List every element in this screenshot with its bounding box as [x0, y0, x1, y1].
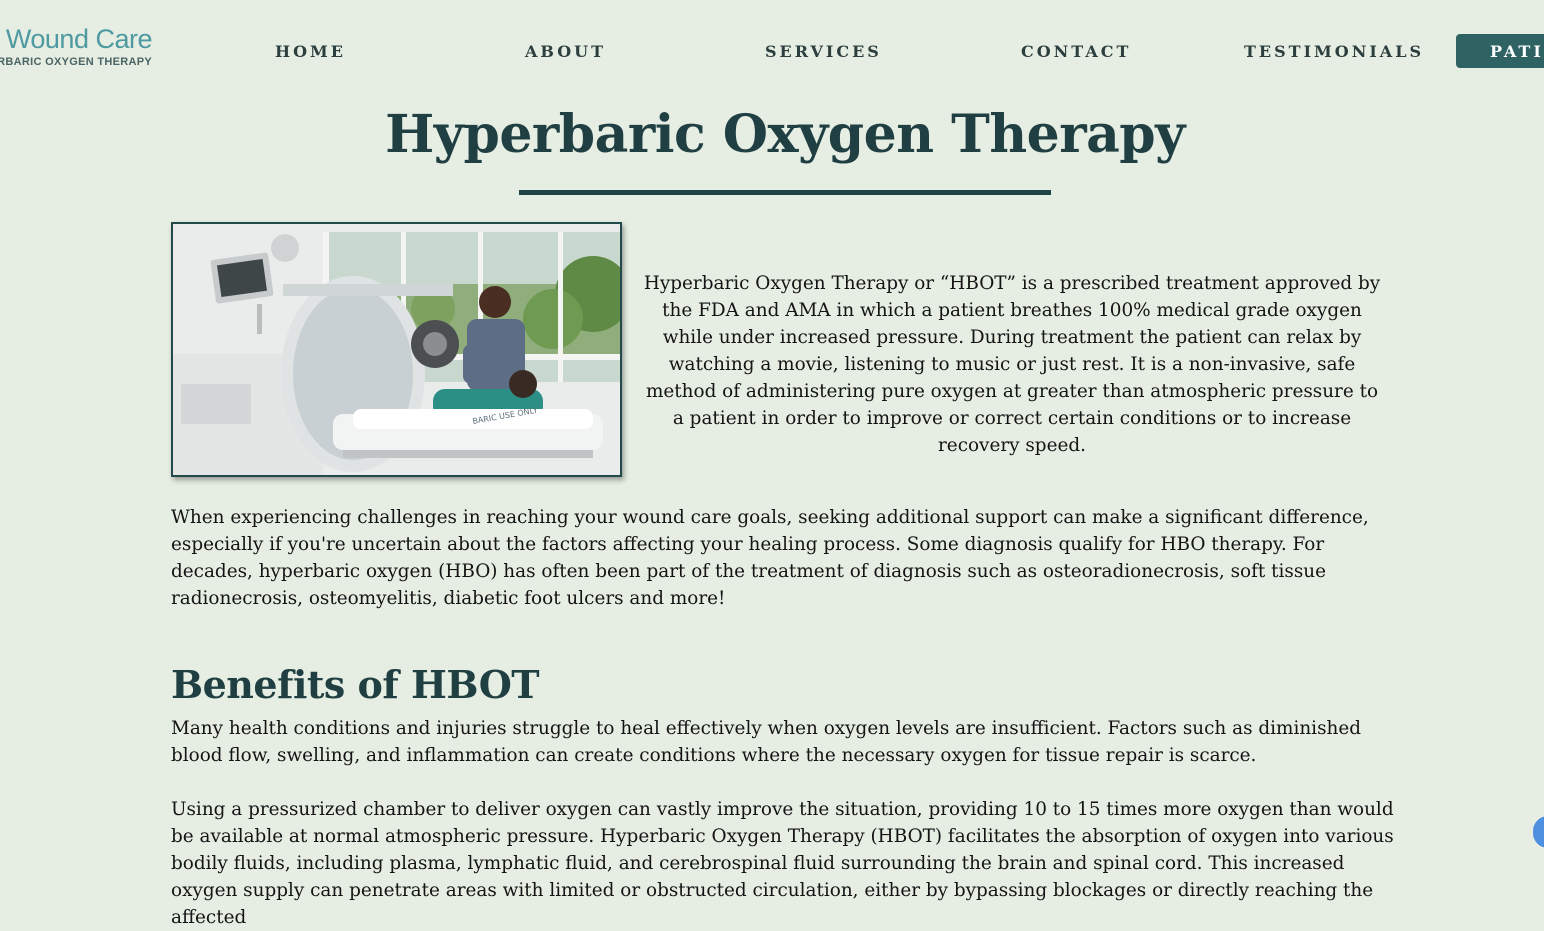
title-divider — [519, 190, 1051, 195]
intro-paragraph: Hyperbaric Oxygen Therapy or “HBOT” is a… — [643, 273, 1381, 456]
nav-about[interactable]: ABOUT — [525, 40, 606, 64]
nav-testimonials[interactable]: TESTIMONIALS — [1244, 40, 1424, 64]
nav-contact[interactable]: CONTACT — [1021, 40, 1131, 64]
benefits-paragraph-1: Many health conditions and injuries stru… — [171, 718, 1362, 766]
nav-services[interactable]: SERVICES — [765, 40, 882, 64]
logo-title: e Wound Care — [0, 24, 152, 54]
nav-home[interactable]: HOME — [275, 40, 346, 64]
benefits-heading: Benefits of HBOT — [171, 662, 540, 707]
site-logo[interactable]: e Wound Care RBARIC OXYGEN THERAPY — [0, 22, 160, 78]
benefits-paragraph-2: Using a pressurized chamber to deliver o… — [171, 799, 1394, 928]
patient-portal-button[interactable]: PATI — [1456, 34, 1544, 68]
chat-widget-button[interactable] — [1533, 816, 1544, 848]
page-title: Hyperbaric Oxygen Therapy — [385, 104, 1185, 165]
hbot-chamber-photo: BARIC USE ONLY — [171, 222, 622, 477]
logo-subtitle: RBARIC OXYGEN THERAPY — [0, 56, 152, 68]
wound-care-paragraph: When experiencing challenges in reaching… — [171, 507, 1369, 609]
